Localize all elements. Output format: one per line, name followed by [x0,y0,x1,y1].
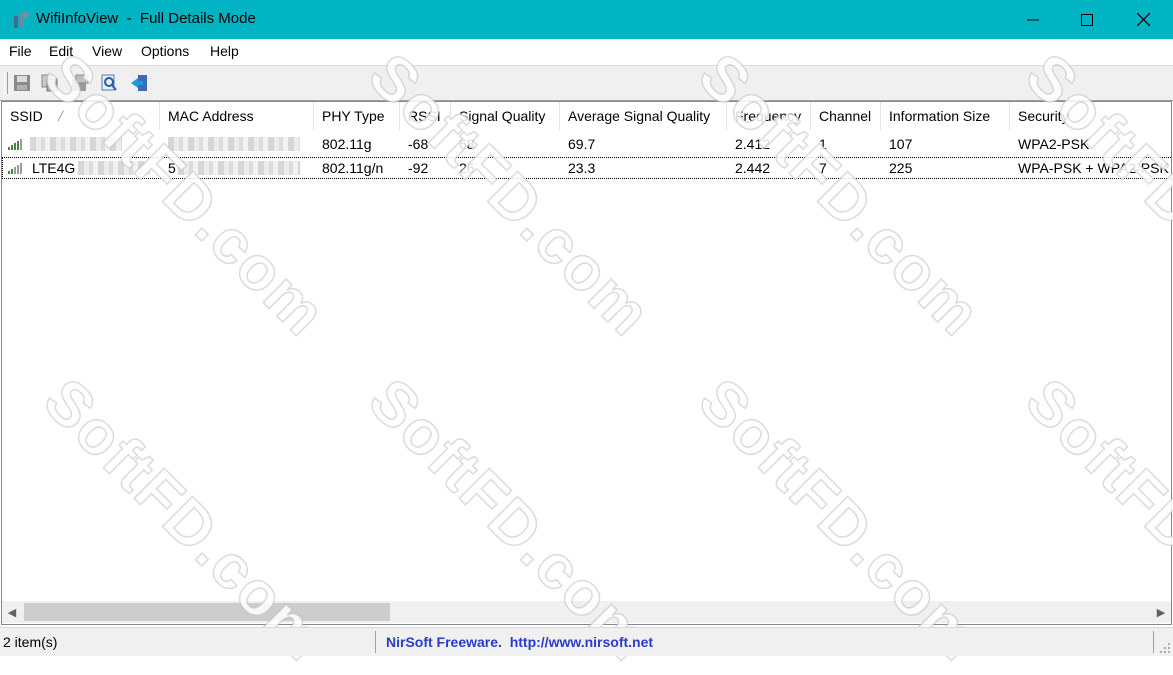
scroll-right-icon[interactable]: ▶ [1151,601,1171,623]
cell-mac: 5 [160,157,314,179]
cell-ssid [2,133,160,155]
status-divider [375,631,376,653]
copy-icon[interactable] [38,71,62,95]
minimize-button[interactable] [1005,0,1061,39]
cell-avg-signal-quality: 69.7 [568,136,596,152]
column-rssi-label: RSSI [408,108,441,124]
column-mac[interactable]: MAC Address [160,102,314,130]
cell-phy: 802.11g [322,136,372,152]
toolbar-grip[interactable] [4,72,8,94]
column-phy[interactable]: PHY Type [314,102,400,130]
column-security-label: Security [1018,108,1069,124]
scroll-left-icon[interactable]: ◀ [2,601,22,623]
title-bar[interactable]: WifiInfoView - Full Details Mode [0,0,1173,39]
menu-options[interactable]: Options [141,43,189,59]
column-signal-quality-label: Signal Quality [459,108,546,124]
resize-grip-icon[interactable] [1159,642,1171,654]
cell-information-size: 107 [889,136,913,152]
column-security[interactable]: Security [1010,102,1171,130]
table-row[interactable]: 802.11g -68 68 69.7 2.412 1 107 WPA2-PSK [2,133,1171,155]
menu-help[interactable]: Help [210,43,239,59]
cell-signal-quality: 26 [459,160,475,176]
menu-file[interactable]: File [9,43,32,59]
cell-avg-signal-quality: 23.3 [568,160,596,176]
signal-strength-icon [8,163,22,174]
redacted-ssid [30,137,122,151]
column-mac-label: MAC Address [168,108,254,124]
column-information-size[interactable]: Information Size [881,102,1010,130]
cell-information-size: 225 [889,160,913,176]
cell-mac [160,133,314,155]
window-title: WifiInfoView - Full Details Mode [36,10,256,27]
toolbar [0,65,1173,101]
close-button[interactable] [1115,0,1171,39]
column-phy-label: PHY Type [322,108,385,124]
column-information-size-label: Information Size [889,108,991,124]
nirsoft-link[interactable]: NirSoft Freeware. http://www.nirsoft.net [386,634,653,650]
properties-icon[interactable] [68,71,92,95]
cell-security: WPA2-PSK [1018,136,1090,152]
cell-frequency: 2.412 [735,136,771,152]
networks-list[interactable]: SSID ╱ MAC Address PHY Type RSSI Signal … [1,101,1172,625]
column-signal-quality[interactable]: Signal Quality [451,102,560,130]
column-avg-signal-quality[interactable]: Average Signal Quality [560,102,727,130]
column-frequency-label: Frequency [735,108,802,124]
cell-channel: 1 [819,136,827,152]
save-icon[interactable] [10,71,34,95]
cell-signal-quality: 68 [459,136,475,152]
cell-security: WPA-PSK + WPA2-PSK [1018,160,1169,176]
redacted-ssid [78,161,150,175]
column-frequency[interactable]: Frequency [727,102,811,130]
cell-phy: 802.11g/n [322,160,384,176]
mac-value: 5 [168,160,176,176]
column-ssid-label: SSID [10,108,43,124]
menu-view[interactable]: View [92,43,122,59]
item-count: 2 item(s) [3,634,58,650]
redacted-mac [168,137,300,151]
list-header: SSID ╱ MAC Address PHY Type RSSI Signal … [2,102,1171,130]
table-row[interactable]: LTE4G 5 802.11g/n -92 26 23.3 2.442 7 22… [2,157,1171,179]
horizontal-scrollbar[interactable]: ◀ ▶ [2,601,1171,623]
cell-rssi: -68 [408,136,429,152]
column-channel[interactable]: Channel [811,102,881,130]
sort-arrow-icon: ╱ [58,111,64,121]
column-channel-label: Channel [819,108,872,124]
wifi-app-icon [11,10,31,30]
menu-edit[interactable]: Edit [49,43,73,59]
column-ssid[interactable]: SSID ╱ [2,102,160,130]
signal-strength-icon [8,139,22,150]
find-icon[interactable] [97,71,121,95]
maximize-button[interactable] [1059,0,1115,39]
menu-bar: File Edit View Options Help [0,39,1173,66]
cell-rssi: -92 [408,160,429,176]
status-divider [1153,631,1154,653]
exit-icon[interactable] [127,71,151,95]
column-rssi[interactable]: RSSI [400,102,451,130]
column-avg-signal-quality-label: Average Signal Quality [568,108,711,124]
cell-channel: 7 [819,160,827,176]
redacted-mac [178,161,300,175]
cell-frequency: 2.442 [735,160,771,176]
cell-ssid: LTE4G [2,157,160,179]
status-bar: 2 item(s) NirSoft Freeware. http://www.n… [0,627,1173,656]
scrollbar-thumb[interactable] [24,603,390,621]
